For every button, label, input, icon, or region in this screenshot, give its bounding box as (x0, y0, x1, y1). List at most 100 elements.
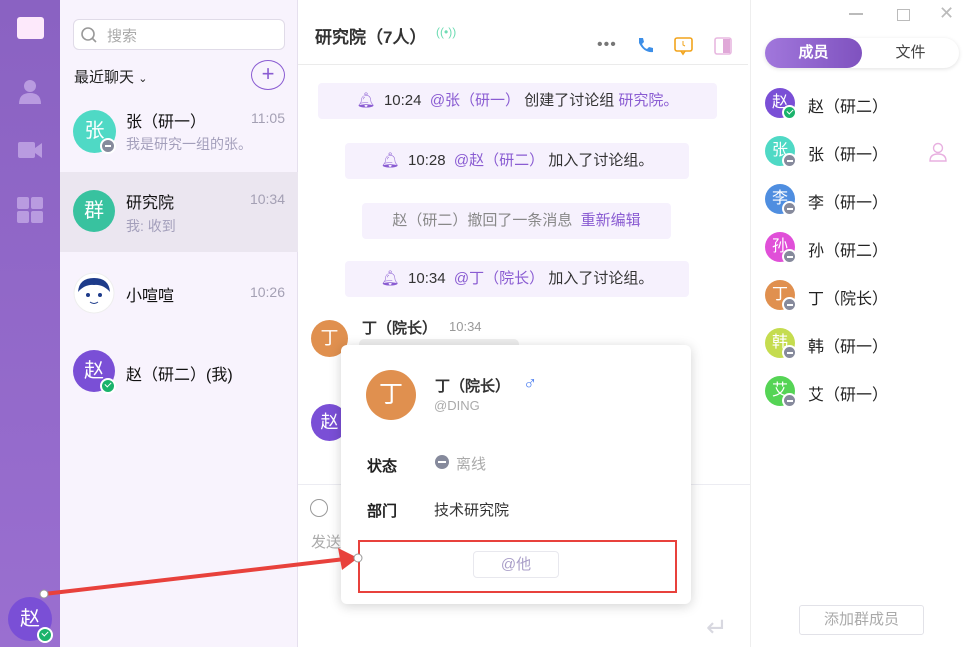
member-name: 李（研一） (808, 195, 889, 212)
chat-item[interactable]: 小喧喧 10:26 (60, 252, 298, 332)
text: 加入了讨论组。 (548, 152, 654, 169)
members-panel: ✕ 成员 文件 赵赵（研二）张张（研一）李李（研一）孙孙（研二）丁丁（院长）韩韩… (750, 0, 968, 647)
chat-name: 张（研一） (126, 114, 207, 131)
chat-time: 10:34 (249, 191, 285, 207)
member-item[interactable]: 韩韩（研一） (765, 328, 965, 368)
chat-list-panel: 搜索 最近聊天 ⌄ + 张 张（研一） 11:05 我是研究一组的张。 群 研究… (60, 0, 298, 647)
avatar: 群 (73, 190, 115, 232)
offline-status-icon (435, 455, 449, 469)
time: 10:34 (408, 270, 446, 287)
recall-message: 赵（研二）撤回了一条消息 重新编辑 (362, 203, 671, 239)
offline-status-icon (782, 345, 797, 360)
chat-item[interactable]: 张 张（研一） 11:05 我是研究一组的张。 (60, 99, 298, 179)
close-icon[interactable]: ✕ (939, 3, 954, 24)
system-message: 🔔︎ 10:24 @张（研一） 创建了讨论组 研究院。 (318, 83, 717, 119)
bell-icon: 🔔︎ (380, 270, 400, 287)
member-name: 艾（研一） (808, 387, 889, 404)
phone-icon[interactable] (636, 36, 654, 54)
video-icon[interactable] (17, 137, 44, 164)
sidebar-toggle-icon[interactable] (714, 37, 733, 56)
member-item[interactable]: 孙孙（研二） (765, 232, 965, 272)
member-name: 韩（研一） (808, 339, 889, 356)
tab-files[interactable]: 文件 (862, 38, 959, 68)
reedit-link[interactable]: 重新编辑 (581, 212, 641, 229)
offline-status-icon (782, 153, 797, 168)
system-message: 🔔︎ 10:28 @赵（研二） 加入了讨论组。 (345, 143, 689, 179)
maximize-icon[interactable] (897, 9, 910, 21)
user-link[interactable]: @赵（研二） (454, 152, 544, 169)
tab-bar: 成员 文件 (765, 38, 959, 68)
member-item[interactable]: 艾艾（研一） (765, 376, 965, 416)
add-member-button[interactable]: 添加群成员 (799, 605, 924, 635)
member-name: 张（研一） (808, 147, 889, 164)
chat-name: 赵（研二）(我) (126, 367, 233, 384)
member-item[interactable]: 丁丁（院长） (765, 280, 965, 320)
bell-icon: 🔔︎ (380, 152, 400, 169)
chat-icon[interactable] (17, 17, 44, 39)
emoji-icon[interactable] (310, 499, 328, 517)
text: 加入了讨论组。 (548, 270, 654, 287)
time: 10:28 (408, 152, 446, 169)
message-sender: 丁（院长） (362, 320, 438, 337)
member-item[interactable]: 赵赵（研二） (765, 88, 965, 128)
group-link[interactable]: 研究院。 (618, 92, 678, 109)
offline-status-icon (782, 249, 797, 264)
broadcast-icon: ((•)) (436, 25, 457, 39)
robot-avatar-icon (73, 272, 115, 314)
user-link[interactable]: @张（研一） (430, 92, 520, 109)
profile-account: @DING (434, 398, 480, 413)
contacts-icon[interactable] (17, 78, 44, 105)
message-input[interactable]: 发送 (311, 531, 341, 552)
recent-chats-dropdown[interactable]: 最近聊天 ⌄ (74, 66, 147, 87)
offline-status-icon (782, 393, 797, 408)
offline-status-icon (782, 297, 797, 312)
user-link[interactable]: @丁（院长） (454, 270, 544, 287)
offline-status-icon (782, 201, 797, 216)
member-item[interactable]: 李李（研一） (765, 184, 965, 224)
system-message: 🔔︎ 10:34 @丁（院长） 加入了讨论组。 (345, 261, 689, 297)
chat-preview: 我: 收到 (126, 218, 176, 234)
chat-item[interactable]: 赵 赵（研二）(我) (60, 332, 298, 412)
text: 赵（研二）撤回了一条消息 (392, 212, 573, 229)
chat-name: 小喧喧 (126, 288, 175, 305)
nav-rail: 赵 (0, 0, 60, 647)
online-status-icon (37, 627, 53, 643)
section-label: 最近聊天 (74, 69, 135, 86)
message-time: 10:34 (449, 319, 482, 334)
member-name: 丁（院长） (808, 291, 889, 308)
search-input[interactable]: 搜索 (73, 19, 285, 50)
chat-preview: 我是研究一组的张。 (126, 136, 252, 152)
chat-name: 研究院 (126, 195, 175, 212)
male-icon: ♂ (523, 373, 538, 394)
member-name: 赵（研二） (808, 99, 889, 116)
chevron-down-icon: ⌄ (138, 73, 148, 85)
dept-label: 部门 (367, 503, 398, 520)
profile-name: 丁（院长） (435, 378, 511, 395)
send-icon[interactable]: ↵ (706, 612, 728, 643)
online-status-icon (782, 105, 797, 120)
status-label: 状态 (367, 458, 398, 475)
add-chat-button[interactable]: + (251, 60, 285, 90)
tab-members[interactable]: 成员 (765, 38, 862, 68)
profile-avatar: 丁 (366, 370, 416, 420)
status-value: 离线 (456, 456, 487, 473)
chat-time: 10:26 (249, 284, 285, 300)
divider (298, 64, 748, 65)
highlight-box (358, 540, 677, 593)
more-icon[interactable]: ••• (597, 36, 617, 54)
online-status-icon (100, 378, 116, 394)
history-icon[interactable] (674, 37, 694, 56)
offline-status-icon (100, 138, 116, 154)
admin-icon (929, 142, 947, 162)
chat-item-selected[interactable]: 群 研究院 10:34 我: 收到 (60, 172, 298, 252)
chat-time: 11:05 (251, 110, 285, 126)
member-name: 孙（研二） (808, 243, 889, 260)
chat-title: 研究院（7人） (315, 28, 427, 47)
minimize-icon[interactable] (849, 13, 863, 15)
dept-value: 技术研究院 (434, 502, 510, 519)
search-icon (81, 27, 97, 43)
time: 10:24 (383, 92, 422, 109)
text: 创建了讨论组 (524, 92, 615, 109)
bell-icon: 🔔︎ (356, 92, 376, 109)
apps-icon[interactable] (17, 197, 44, 224)
